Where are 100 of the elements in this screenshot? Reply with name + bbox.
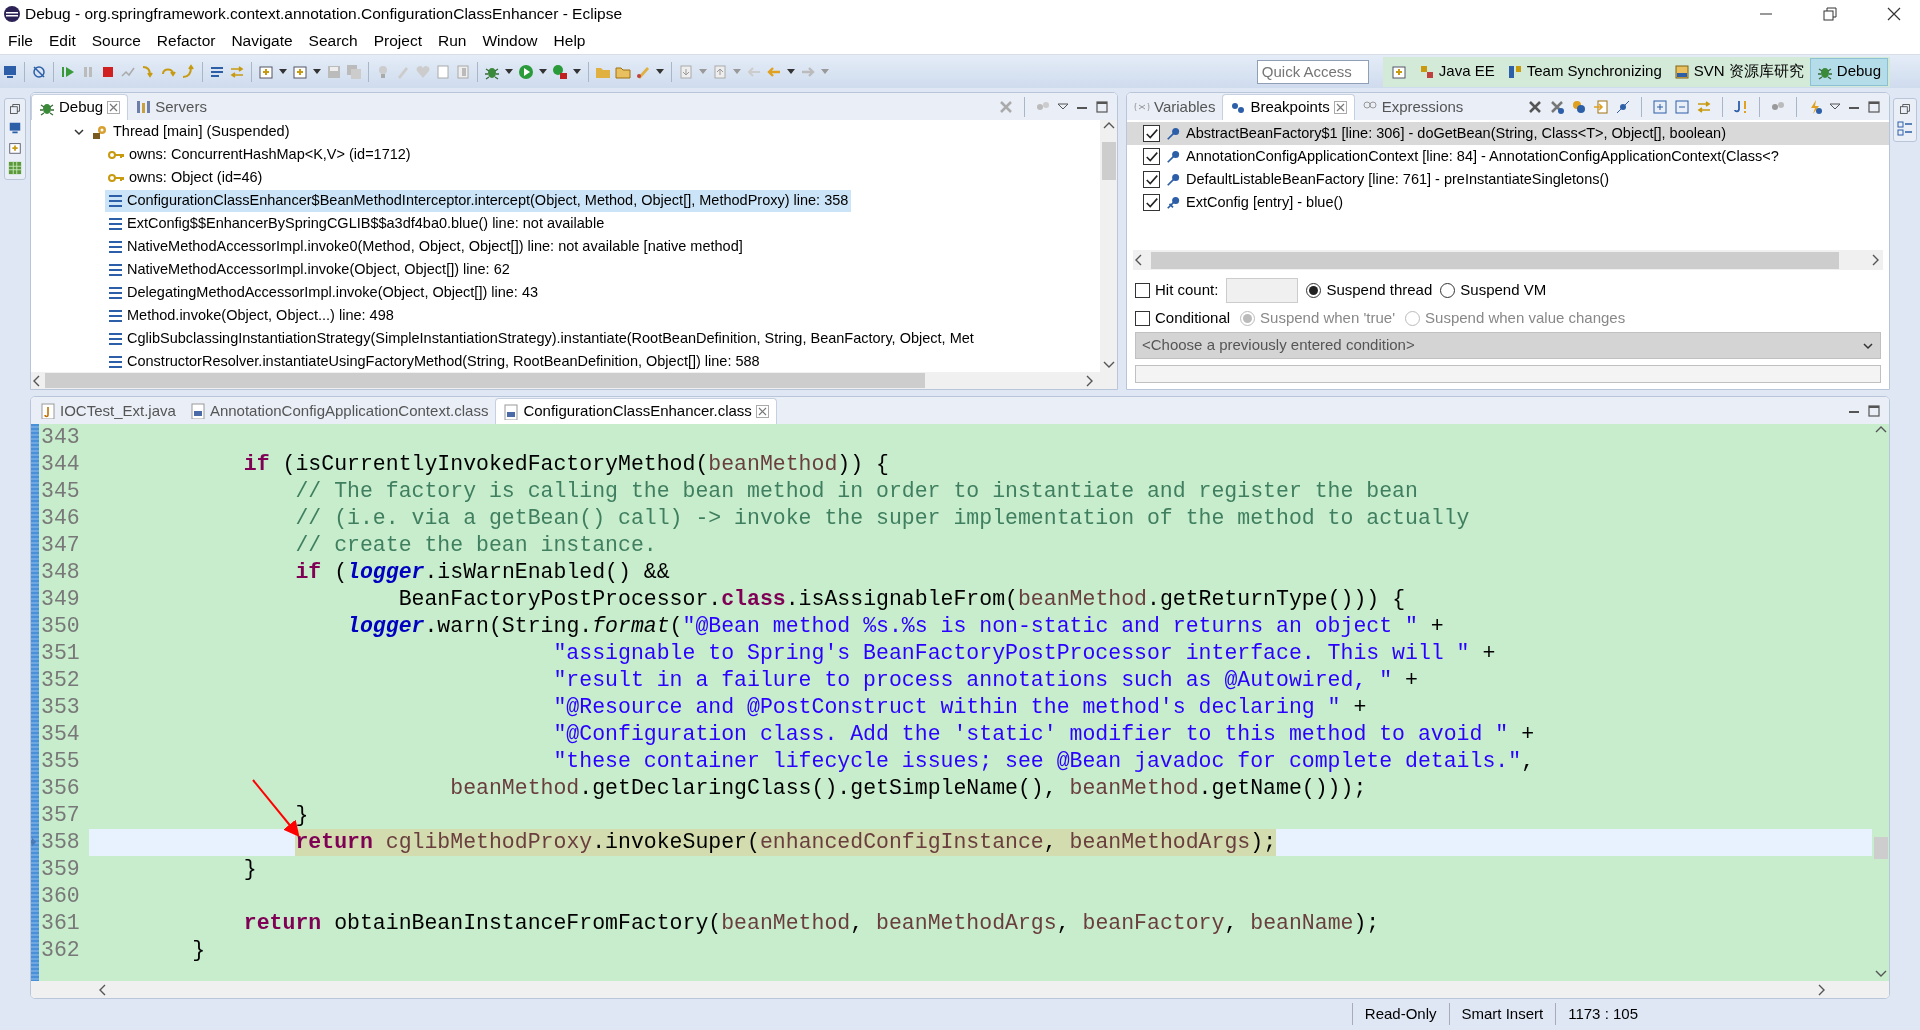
checkbox[interactable]	[1143, 194, 1160, 211]
tree-item[interactable]: ExtConfig$$EnhancerBySpringCGLIB$$a3df4ba0.blue() line: not available	[105, 212, 608, 235]
text-area[interactable]	[1135, 365, 1881, 383]
transfer-icon[interactable]	[229, 63, 245, 80]
scrollbar[interactable]	[1100, 120, 1117, 372]
grid-icon[interactable]	[8, 161, 22, 175]
breakpoint-item[interactable]: AbstractBeanFactory$1 [line: 306] - doGetBean(String, Class<T>, Object[], boolean)	[1127, 122, 1889, 145]
import-icon[interactable]	[1593, 99, 1609, 115]
run-icon[interactable]	[518, 63, 534, 80]
tab[interactable]: Servers	[128, 94, 214, 120]
tree-item[interactable]: NativeMethodAccessorImpl.invoke(Object, Object[]) line: 62	[105, 258, 513, 281]
menu-item[interactable]: Project	[365, 29, 430, 53]
remove-icon[interactable]	[1527, 99, 1543, 115]
scrollbar-thumb[interactable]	[1101, 142, 1116, 180]
perspective-button[interactable]: Java EE	[1412, 57, 1501, 86]
scrollbar-thumb[interactable]	[45, 373, 925, 388]
swap-icon[interactable]	[1696, 99, 1712, 115]
down-doc-icon[interactable]	[678, 63, 694, 80]
tree-item[interactable]: Method.invoke(Object, Object...) line: 498	[105, 304, 397, 327]
step-into-icon[interactable]	[140, 63, 156, 80]
radio-button[interactable]: Suspend thread	[1306, 278, 1433, 302]
tree-item[interactable]: NativeMethodAccessorImpl.invoke0(Method, Object, Object[]) line: not available [native method]	[105, 235, 746, 258]
checkbox[interactable]: Conditional	[1135, 306, 1231, 330]
input-field[interactable]	[1226, 277, 1299, 303]
checkbox[interactable]: Hit count:	[1135, 278, 1219, 302]
restore-icon[interactable]	[1822, 6, 1838, 22]
lines-icon	[108, 353, 122, 370]
menu-item[interactable]: Edit	[41, 29, 84, 53]
menu-item[interactable]: Navigate	[223, 29, 301, 53]
remove-all-icon[interactable]	[1549, 99, 1565, 115]
tab[interactable]: ConfigurationClassEnhancer.class	[495, 398, 777, 424]
maximize-icon[interactable]	[1867, 404, 1881, 418]
restore-icon[interactable]	[9, 103, 21, 115]
status-text: Smart Insert	[1448, 1002, 1556, 1026]
restore-icon[interactable]	[1899, 103, 1911, 115]
line-number: 357	[40, 802, 80, 829]
checkbox[interactable]	[1143, 125, 1160, 142]
code-line: }	[295, 802, 309, 829]
tab[interactable]: Variables	[1127, 94, 1223, 120]
tab[interactable]: AnnotationConfigApplicationContext.class	[182, 398, 496, 424]
scrollbar[interactable]	[1133, 250, 1883, 270]
scrollbar-thumb[interactable]	[1151, 251, 1839, 269]
breakpoint-item[interactable]: DefaultListableBeanFactory [line: 761] - preInstantiateSingletons()	[1127, 168, 1889, 191]
step-return-icon[interactable]	[180, 63, 196, 80]
perspective-button[interactable]: SVN 资源库研究	[1667, 57, 1810, 86]
menu-item[interactable]: Refactor	[148, 29, 224, 53]
tab[interactable]: Breakpoints	[1222, 94, 1355, 120]
tree-item[interactable]: owns: Object (id=46)	[105, 166, 266, 189]
menu-item[interactable]: Window	[474, 29, 546, 53]
checkbox[interactable]	[1143, 148, 1160, 165]
menu-item[interactable]: Help	[545, 29, 594, 53]
save-all-icon[interactable]	[346, 63, 362, 80]
outline-icon[interactable]	[1897, 121, 1913, 137]
check-icon	[1144, 195, 1159, 210]
maximize-icon[interactable]	[1095, 100, 1109, 114]
tree-item[interactable]: owns: ConcurrentHashMap<K,V> (id=1712)	[105, 143, 414, 166]
scrollbar[interactable]	[31, 981, 1889, 998]
exception-icon[interactable]	[1733, 99, 1749, 115]
code-line: beanMethod.getDeclaringClass().getSimpleName(), beanMethod.getName()));	[450, 775, 1367, 802]
menu-item[interactable]: File	[0, 29, 41, 53]
expand-icon[interactable]	[1652, 99, 1668, 115]
page-icon[interactable]	[435, 63, 451, 80]
pin-icon	[1166, 126, 1180, 141]
tree-item[interactable]: ConstructorResolver.instantiateUsingFactoryMethod(String, RootBeanDefinition, Object[]) line: 588	[105, 350, 763, 372]
maximize-icon[interactable]	[1867, 100, 1881, 114]
quick-access-field[interactable]: Quick Access	[1256, 59, 1369, 84]
binary-file-icon	[189, 403, 206, 419]
menu-item[interactable]: Run	[430, 29, 475, 53]
perspective-button[interactable]: Debug	[1809, 57, 1888, 86]
link-icon[interactable]	[1571, 99, 1587, 115]
tree-item[interactable]: CglibSubclassingInstantiationStrategy(SimpleInstantiationStrategy).instantiate(RootBeanDefinition, String, BeanFactory, Object, Met	[105, 327, 977, 350]
code-line: return obtainBeanInstanceFromFactory(beanMethod, beanMethodArgs, beanFactory, beanName);	[243, 910, 1380, 937]
up-doc-icon[interactable]	[712, 63, 728, 80]
collapse-icon[interactable]	[1674, 99, 1690, 115]
line-number: 361	[40, 910, 80, 937]
perspective-button[interactable]: Team Synchronizing	[1500, 57, 1668, 86]
checkbox[interactable]	[1143, 171, 1160, 188]
open-perspective-icon[interactable]	[1390, 63, 1407, 80]
tree-item[interactable]: Thread [main] (Suspended)	[89, 120, 293, 143]
tree-item[interactable]: DelegatingMethodAccessorImpl.invoke(Object, Object[]) line: 43	[105, 281, 542, 304]
tab[interactable]: Expressions	[1354, 94, 1471, 120]
code-line: BeanFactoryPostProcessor.class.isAssignableFrom(beanMethod.getReturnType())) {	[398, 586, 1406, 613]
tab[interactable]: IOCTest_Ext.java	[33, 398, 183, 424]
monitor-icon[interactable]	[2, 63, 18, 80]
breakpoint-item[interactable]: ExtConfig [entry] - blue()	[1127, 191, 1889, 214]
menu-item[interactable]: Source	[83, 29, 149, 53]
monitor-icon[interactable]	[8, 121, 22, 135]
breakpoint-item[interactable]: AnnotationConfigApplicationContext [line: 84] - AnnotationConfigApplicationContext(Class<?	[1127, 145, 1889, 168]
close-icon[interactable]	[1886, 6, 1902, 22]
document-icon[interactable]	[8, 141, 22, 155]
slash-icon[interactable]	[31, 63, 47, 80]
lines-icon	[108, 261, 122, 278]
tab[interactable]: Debug	[31, 94, 129, 120]
tree-item[interactable]: ConfigurationClassEnhancer$BeanMethodInterceptor.intercept(Object, Method, Object[], MethodProxy) line: 358	[105, 189, 852, 212]
external-tools-icon[interactable]	[552, 63, 568, 80]
scrollbar[interactable]	[31, 372, 1117, 389]
scrollbar-thumb[interactable]	[1873, 836, 1888, 859]
radio-button[interactable]: Suspend VM	[1440, 278, 1547, 302]
pilcrow-icon[interactable]	[455, 63, 471, 80]
menu-item[interactable]: Search	[300, 29, 366, 53]
